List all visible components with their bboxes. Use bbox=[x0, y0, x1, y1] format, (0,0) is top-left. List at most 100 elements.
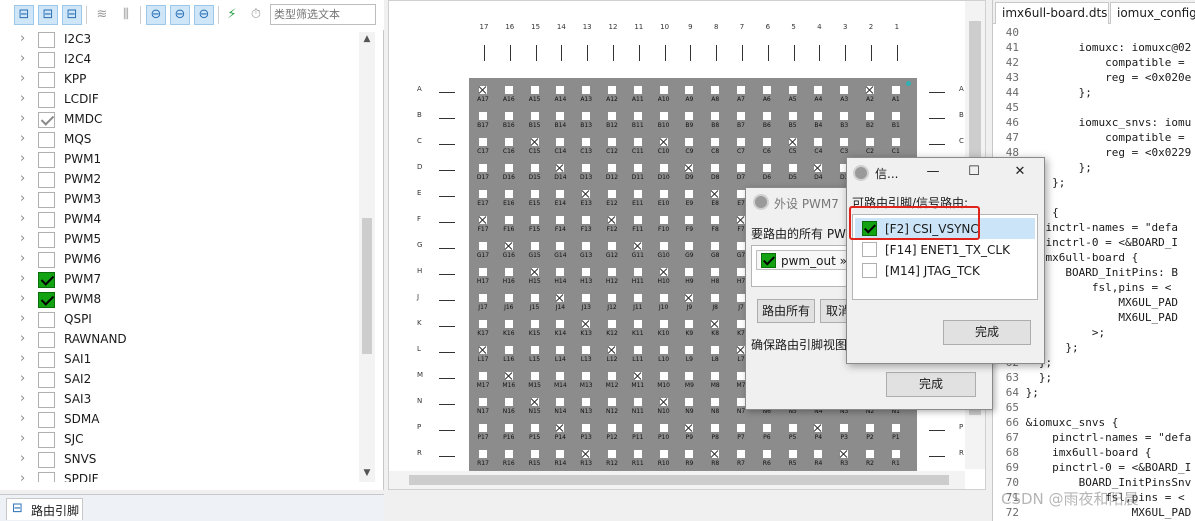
pin-pad[interactable] bbox=[479, 242, 487, 250]
scroll-thumb[interactable] bbox=[409, 475, 949, 485]
pin-pad[interactable] bbox=[608, 372, 616, 380]
peripheral-row[interactable]: › MMDC bbox=[0, 110, 358, 130]
pin-pad[interactable] bbox=[504, 190, 513, 198]
pin-pad[interactable] bbox=[608, 268, 616, 276]
pin-pad[interactable] bbox=[891, 424, 900, 432]
pin-pad[interactable] bbox=[530, 372, 539, 380]
chevron-right-icon[interactable]: › bbox=[20, 31, 25, 46]
pin-pad[interactable] bbox=[608, 86, 616, 94]
chevron-right-icon[interactable]: › bbox=[20, 351, 25, 366]
peripheral-row[interactable]: › PWM3 bbox=[0, 190, 358, 210]
pin-pad[interactable] bbox=[608, 424, 616, 432]
pin-pad[interactable] bbox=[762, 424, 771, 432]
pin-pad[interactable] bbox=[659, 398, 668, 406]
chevron-right-icon[interactable]: › bbox=[20, 291, 25, 306]
peripheral-checkbox[interactable] bbox=[38, 272, 55, 288]
peripheral-row[interactable]: › LCDIF bbox=[0, 90, 358, 110]
pin-pad[interactable] bbox=[504, 320, 513, 328]
chevron-right-icon[interactable]: › bbox=[20, 171, 25, 186]
pin-pad[interactable] bbox=[659, 242, 668, 250]
pin-pad[interactable] bbox=[788, 138, 797, 146]
signal-icon-1[interactable]: ≋ bbox=[92, 5, 112, 25]
pin-pad[interactable] bbox=[737, 398, 745, 406]
peripheral-checkbox[interactable] bbox=[38, 252, 55, 268]
power-icon[interactable]: ⚡ bbox=[222, 5, 242, 25]
pin-pad[interactable] bbox=[582, 112, 591, 120]
pin-pad[interactable] bbox=[711, 190, 720, 198]
pin-pad[interactable] bbox=[530, 398, 539, 406]
list-scrollbar[interactable]: ▲ ▼ bbox=[359, 32, 375, 482]
pin-pad[interactable] bbox=[582, 320, 591, 328]
pin-pad[interactable] bbox=[582, 216, 591, 224]
pin-pad[interactable] bbox=[633, 424, 642, 432]
pin-pad[interactable] bbox=[504, 450, 513, 458]
pin-pad[interactable] bbox=[582, 164, 591, 172]
pin-pad[interactable] bbox=[556, 398, 565, 406]
tab-iomux-config[interactable]: iomux_config.c bbox=[1110, 2, 1195, 24]
pin-pad[interactable] bbox=[633, 346, 642, 354]
pin-pad[interactable] bbox=[737, 242, 745, 250]
chevron-right-icon[interactable]: › bbox=[20, 411, 25, 426]
route-option[interactable]: [M14] JTAG_TCK bbox=[855, 260, 1035, 281]
peripheral-checkbox[interactable] bbox=[38, 392, 55, 408]
pin-pad[interactable] bbox=[762, 164, 771, 172]
chevron-right-icon[interactable]: › bbox=[20, 231, 25, 246]
pin-pad[interactable] bbox=[737, 450, 745, 458]
peripheral-row[interactable]: › PWM4 bbox=[0, 210, 358, 230]
peripheral-row[interactable]: › SAI2 bbox=[0, 370, 358, 390]
peripheral-row[interactable]: › MQS bbox=[0, 130, 358, 150]
signal-icon-2[interactable]: ⫼ bbox=[116, 5, 136, 25]
pin-pad[interactable] bbox=[788, 424, 797, 432]
peripheral-row[interactable]: › KPP bbox=[0, 70, 358, 90]
peripheral-row[interactable]: › PWM7 bbox=[0, 270, 358, 290]
pin-pad[interactable] bbox=[840, 138, 849, 146]
pin-pad[interactable] bbox=[530, 450, 539, 458]
pin-pad[interactable] bbox=[737, 294, 745, 302]
peripheral-checkbox[interactable] bbox=[38, 172, 55, 188]
chevron-right-icon[interactable]: › bbox=[20, 131, 25, 146]
pin-pad[interactable] bbox=[556, 294, 565, 302]
chevron-right-icon[interactable]: › bbox=[20, 211, 25, 226]
pin-pad[interactable] bbox=[582, 190, 591, 198]
pin-pad[interactable] bbox=[582, 372, 591, 380]
peripheral-checkbox[interactable] bbox=[38, 332, 55, 348]
peripheral-checkbox[interactable] bbox=[38, 432, 55, 448]
pin-pad[interactable] bbox=[737, 424, 745, 432]
pin-pad[interactable] bbox=[891, 138, 900, 146]
pin-pad[interactable] bbox=[530, 216, 539, 224]
pin-pad[interactable] bbox=[530, 138, 539, 146]
pin-pad[interactable] bbox=[608, 242, 616, 250]
peripheral-checkbox[interactable] bbox=[38, 132, 55, 148]
pin-pad[interactable] bbox=[633, 164, 642, 172]
pin-pad[interactable] bbox=[608, 216, 616, 224]
chevron-right-icon[interactable]: › bbox=[20, 151, 25, 166]
pin-pad[interactable] bbox=[659, 450, 668, 458]
peripheral-row[interactable]: › SPDIF bbox=[0, 470, 358, 482]
pin-pad[interactable] bbox=[530, 268, 539, 276]
pin-pad[interactable] bbox=[633, 216, 642, 224]
pin-pad[interactable] bbox=[685, 268, 694, 276]
pin-pad[interactable] bbox=[633, 450, 642, 458]
pin-pad[interactable] bbox=[840, 450, 849, 458]
pin-pad[interactable] bbox=[762, 138, 771, 146]
pin-pad[interactable] bbox=[582, 138, 591, 146]
pin-pad[interactable] bbox=[608, 138, 616, 146]
package-hscrollbar[interactable] bbox=[389, 471, 965, 489]
pin-pad[interactable] bbox=[633, 86, 642, 94]
pin-pad[interactable] bbox=[556, 242, 565, 250]
pin-pad[interactable] bbox=[556, 164, 565, 172]
peripheral-row[interactable]: › I2C3 bbox=[0, 30, 358, 50]
peripheral-checkbox[interactable] bbox=[38, 52, 55, 68]
chevron-right-icon[interactable]: › bbox=[20, 471, 25, 482]
pin-pad[interactable] bbox=[608, 294, 616, 302]
pin-pad[interactable] bbox=[685, 190, 694, 198]
pin-pad[interactable] bbox=[814, 138, 823, 146]
pin-pad[interactable] bbox=[659, 138, 668, 146]
pin-pad[interactable] bbox=[530, 164, 539, 172]
pin-pad[interactable] bbox=[530, 320, 539, 328]
pin-pad[interactable] bbox=[711, 216, 720, 224]
pin-pad[interactable] bbox=[711, 242, 720, 250]
pin-pad[interactable] bbox=[479, 398, 487, 406]
pin-pad[interactable] bbox=[633, 268, 642, 276]
pin-pad[interactable] bbox=[685, 242, 694, 250]
